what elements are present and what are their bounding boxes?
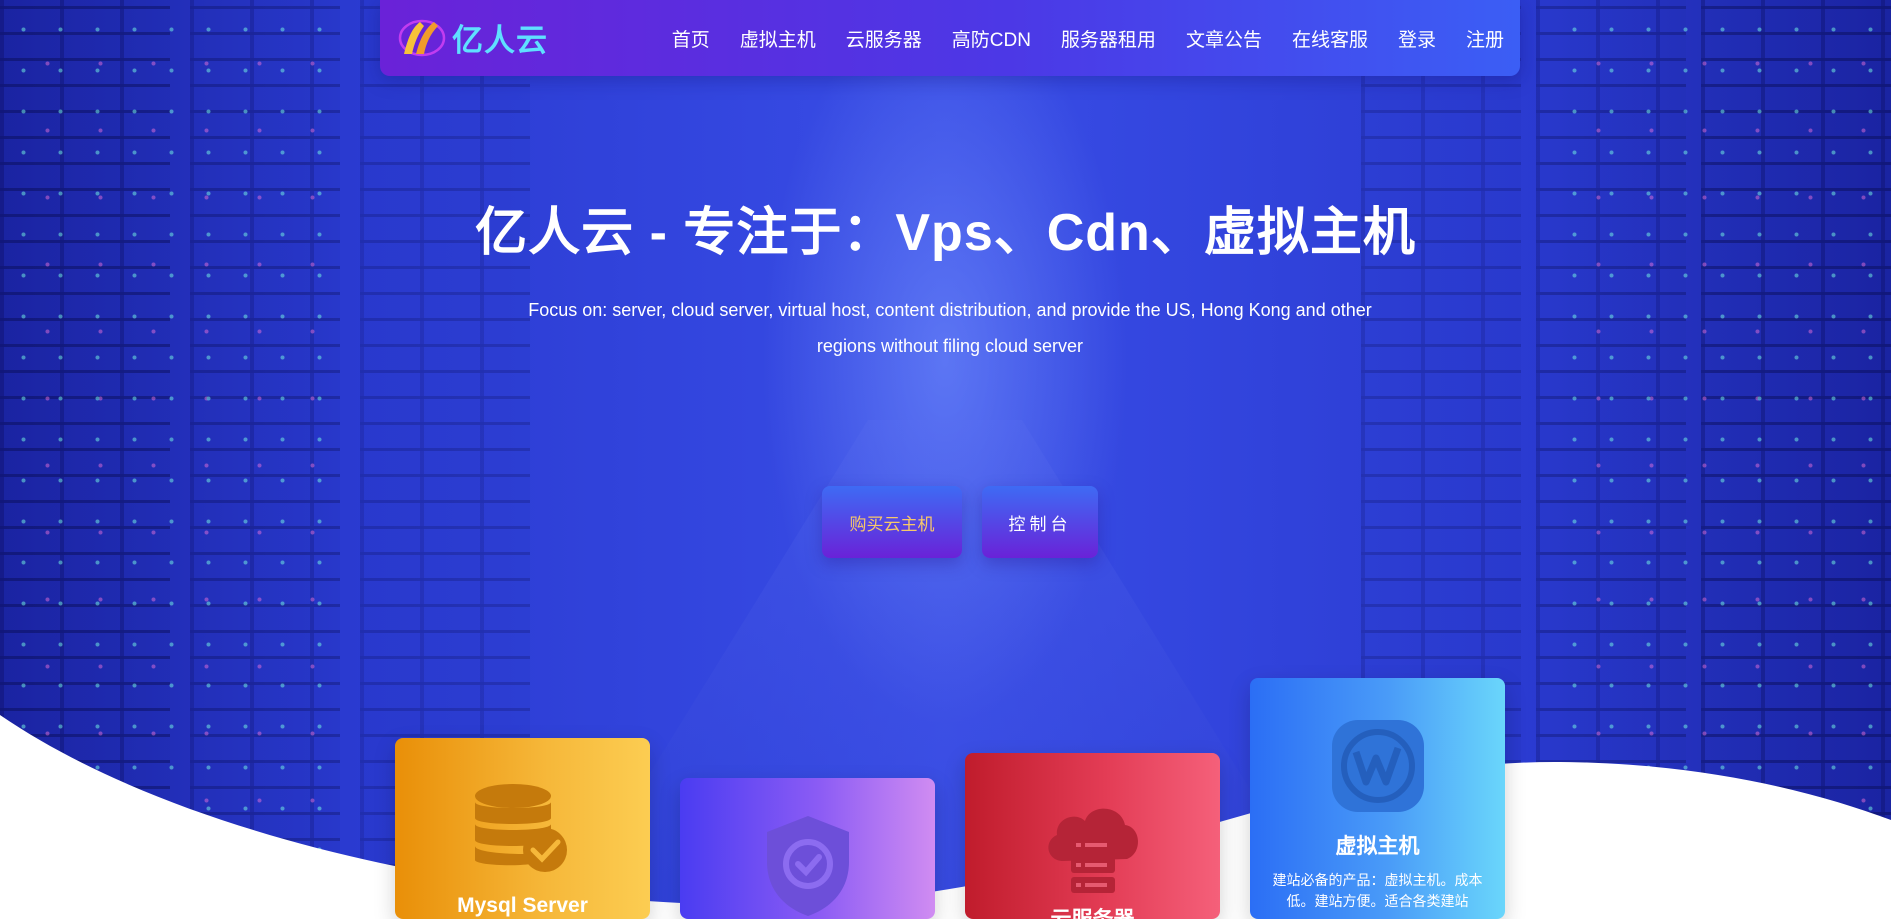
nav-register[interactable]: 注册 [1466,25,1504,52]
card-description: 建站必备的产品：虚拟主机。成本低。建站方便。适合各类建站 [1272,872,1483,909]
product-card-security[interactable] [680,778,935,919]
card-title: Mysql Server [457,894,588,917]
nav-home[interactable]: 首页 [672,25,710,52]
console-button[interactable]: 控制台 [982,486,1098,558]
nav-cloud-server[interactable]: 云服务器 [846,25,922,52]
card-title: 云服务器 [965,903,1220,919]
nav-server-rental[interactable]: 服务器租用 [1061,25,1156,52]
product-card-cloud-server[interactable]: 云服务器 [965,753,1220,919]
hero-title: 亿人云 - 专注于：Vps、Cdn、虚拟主机 [475,204,1416,262]
brand-logo[interactable]: 亿人云 [398,14,548,60]
logo-icon [398,19,446,57]
nav-articles[interactable]: 文章公告 [1186,25,1262,52]
hero-wave-divider [0,715,1891,919]
cloud-server-icon [1047,808,1138,893]
wordpress-icon [1331,720,1424,812]
hero-section: 亿人云 - 专注于：Vps、Cdn、虚拟主机 Focus on: server,… [0,0,1891,919]
nav-login[interactable]: 登录 [1398,25,1436,52]
product-card-mysql[interactable]: Mysql Server [395,738,650,919]
nav-ddos-cdn[interactable]: 高防CDN [952,25,1031,52]
hero-subtitle: Focus on: server, cloud server, virtual … [528,300,1372,356]
nav-online-support[interactable]: 在线客服 [1292,25,1368,52]
brand-name: 亿人云 [452,22,548,58]
buy-cloud-host-button[interactable]: 购买云主机 [822,486,962,558]
card-title: 虚拟主机 [1335,835,1420,858]
shield-check-icon [766,816,849,916]
database-check-icon [474,784,567,872]
main-nav: 首页 虚拟主机 云服务器 高防CDN 服务器租用 文章公告 在线客服 登录 注册 [642,0,1504,76]
nav-virtual-host[interactable]: 虚拟主机 [740,25,816,52]
product-card-virtual-host[interactable]: 虚拟主机 建站必备的产品：虚拟主机。成本低。建站方便。适合各类建站 [1250,678,1505,919]
top-navbar: 亿人云 首页 虚拟主机 云服务器 高防CDN 服务器租用 文章公告 在线客服 登… [380,0,1520,76]
